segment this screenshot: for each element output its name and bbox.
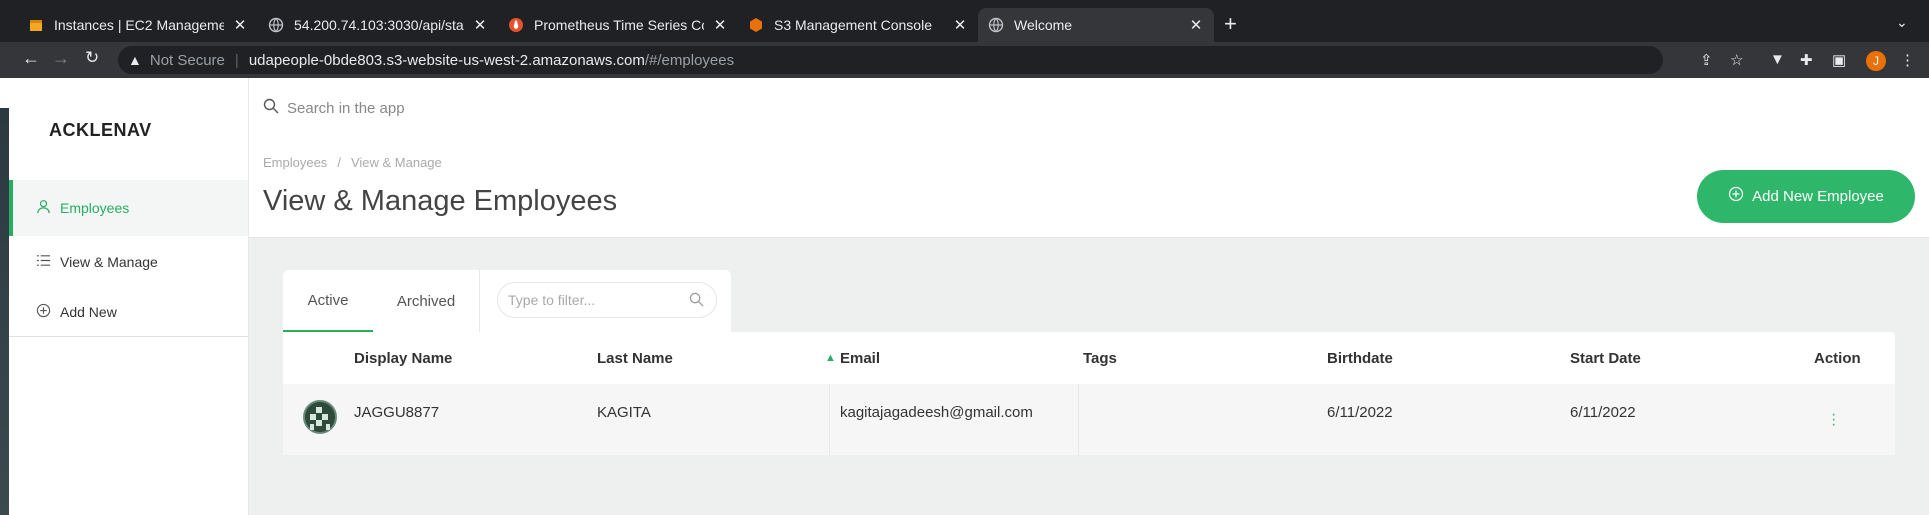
browser-tab-s3[interactable]: S3 Management Console ✕ (738, 8, 978, 42)
cell-birthdate: 6/11/2022 (1327, 403, 1393, 421)
prometheus-icon (509, 18, 523, 32)
security-label: Not Secure (149, 51, 225, 69)
app-sidebar: ACKLENAV Employees View & Manage Add New (9, 78, 249, 515)
globe-icon (268, 17, 284, 33)
desktop-edge (0, 78, 9, 515)
cell-email: kagitajagadeesh@gmail.com (840, 403, 1033, 421)
browser-tab-bar: Instances | EC2 Management Console ✕ 54.… (0, 0, 1929, 48)
table-row[interactable]: JAGGU8877 KAGITA kagitajagadeesh@gmail.c… (283, 384, 1895, 455)
search-input[interactable]: Search in the app (263, 98, 405, 119)
s3-icon (750, 18, 762, 32)
list-icon (35, 253, 51, 272)
sidebar-item-label: View & Manage (60, 254, 158, 270)
tab-title: Instances | EC2 Management Console (54, 17, 224, 33)
divider (829, 384, 830, 455)
employees-table: Display Name Last Name ▲ Email Tags Birt… (283, 332, 1895, 455)
new-tab-icon[interactable]: + (1224, 11, 1237, 37)
page-header: Search in the app Employees / View & Manag… (249, 78, 1929, 238)
sort-asc-icon[interactable]: ▲ (825, 352, 836, 364)
kebab-menu-icon[interactable]: ⋮ (1900, 51, 1915, 69)
cell-start-date: 6/11/2022 (1570, 403, 1636, 421)
extension-v-icon[interactable]: ▼ (1770, 51, 1785, 68)
user-icon (35, 199, 51, 218)
filter-input[interactable]: Type to filter... (497, 282, 717, 318)
forward-icon[interactable]: → (52, 48, 70, 69)
sidebar-item-employees[interactable]: Employees (9, 180, 248, 236)
search-placeholder: Search in the app (287, 100, 405, 117)
cell-last-name: KAGITA (597, 403, 651, 421)
app-logo: ACKLENAV (49, 120, 152, 140)
sidebar-item-label: Employees (60, 200, 130, 216)
back-icon[interactable]: ← (22, 48, 40, 69)
tab-title: 54.200.74.103:3030/api/status (294, 17, 464, 33)
filter-placeholder: Type to filter... (508, 292, 596, 308)
avatar[interactable]: J (1866, 51, 1886, 71)
warning-icon: ▲ (128, 52, 142, 68)
globe-icon (988, 17, 1004, 33)
sidepanel-icon[interactable]: ▣ (1832, 51, 1846, 69)
tab-title: S3 Management Console (774, 17, 932, 33)
search-icon (689, 292, 704, 310)
employee-tabs: Active Archived Type to filter... (283, 270, 731, 332)
sidebar-item-label: Add New (60, 304, 117, 320)
close-icon[interactable]: ✕ (1188, 16, 1204, 34)
tab-title: Prometheus Time Series Collection (534, 17, 704, 33)
close-icon[interactable]: ✕ (952, 16, 968, 34)
avatar (303, 400, 337, 434)
breadcrumb-item: View & Manage (350, 155, 442, 170)
column-header[interactable]: Tags (1083, 332, 1117, 384)
column-header: Action (1814, 349, 1861, 367)
url-path: /#/employees (644, 51, 735, 69)
divider (479, 270, 480, 332)
divider: | (234, 51, 239, 69)
close-icon[interactable]: ✕ (232, 16, 248, 34)
plus-circle-icon (1728, 186, 1744, 207)
browser-tab-prometheus[interactable]: Prometheus Time Series Collection ✕ (498, 8, 738, 42)
page-title: View & Manage Employees (263, 185, 618, 217)
plus-circle-icon (35, 303, 51, 322)
column-header[interactable]: Birthdate (1327, 332, 1393, 384)
chevron-down-icon[interactable]: ⌄ (1896, 14, 1908, 31)
column-header[interactable]: Display Name (354, 332, 452, 384)
puzzle-icon[interactable]: ✚ (1800, 51, 1813, 69)
column-header[interactable]: Start Date (1570, 332, 1641, 384)
tab-archived[interactable]: Archived (373, 270, 479, 332)
tab-active[interactable]: Active (283, 270, 373, 332)
address-bar[interactable]: ▲ Not Secure | udapeople-0bde803.s3-webs… (118, 46, 1663, 74)
star-icon[interactable]: ☆ (1730, 51, 1743, 69)
column-header[interactable]: Last Name (597, 332, 673, 384)
breadcrumb-item[interactable]: Employees (263, 155, 327, 170)
sidebar-item-add-new[interactable]: Add New (9, 284, 248, 340)
search-icon (263, 98, 279, 119)
browser-tab-ec2[interactable]: Instances | EC2 Management Console ✕ (18, 8, 258, 42)
divider (1078, 384, 1079, 455)
main-content: Active Archived Type to filter... Displa… (249, 238, 1929, 515)
share-icon[interactable]: ⇪ (1700, 51, 1713, 69)
url-host: udapeople-0bde803.s3-website-us-west-2.a… (248, 51, 645, 69)
kebab-menu-icon[interactable]: · · · (1831, 407, 1836, 433)
tab-title: Welcome (1014, 17, 1073, 33)
breadcrumb: Employees / View & Manage (263, 155, 442, 170)
aws-box-icon (30, 20, 42, 31)
browser-tab-welcome[interactable]: Welcome ✕ (978, 8, 1214, 42)
sidebar-item-view-manage[interactable]: View & Manage (9, 234, 248, 290)
browser-toolbar: ← → ↻ ▲ Not Secure | udapeople-0bde803.s… (0, 42, 1929, 78)
add-new-employee-button[interactable]: Add New Employee (1697, 170, 1915, 223)
cell-display-name: JAGGU8877 (354, 403, 440, 421)
button-label: Add New Employee (1752, 188, 1884, 205)
divider (9, 336, 249, 337)
reload-icon[interactable]: ↻ (85, 48, 99, 68)
browser-tab-api-status[interactable]: 54.200.74.103:3030/api/status ✕ (258, 8, 498, 42)
close-icon[interactable]: ✕ (472, 16, 488, 34)
column-header[interactable]: Email (840, 332, 880, 384)
close-icon[interactable]: ✕ (712, 16, 728, 34)
